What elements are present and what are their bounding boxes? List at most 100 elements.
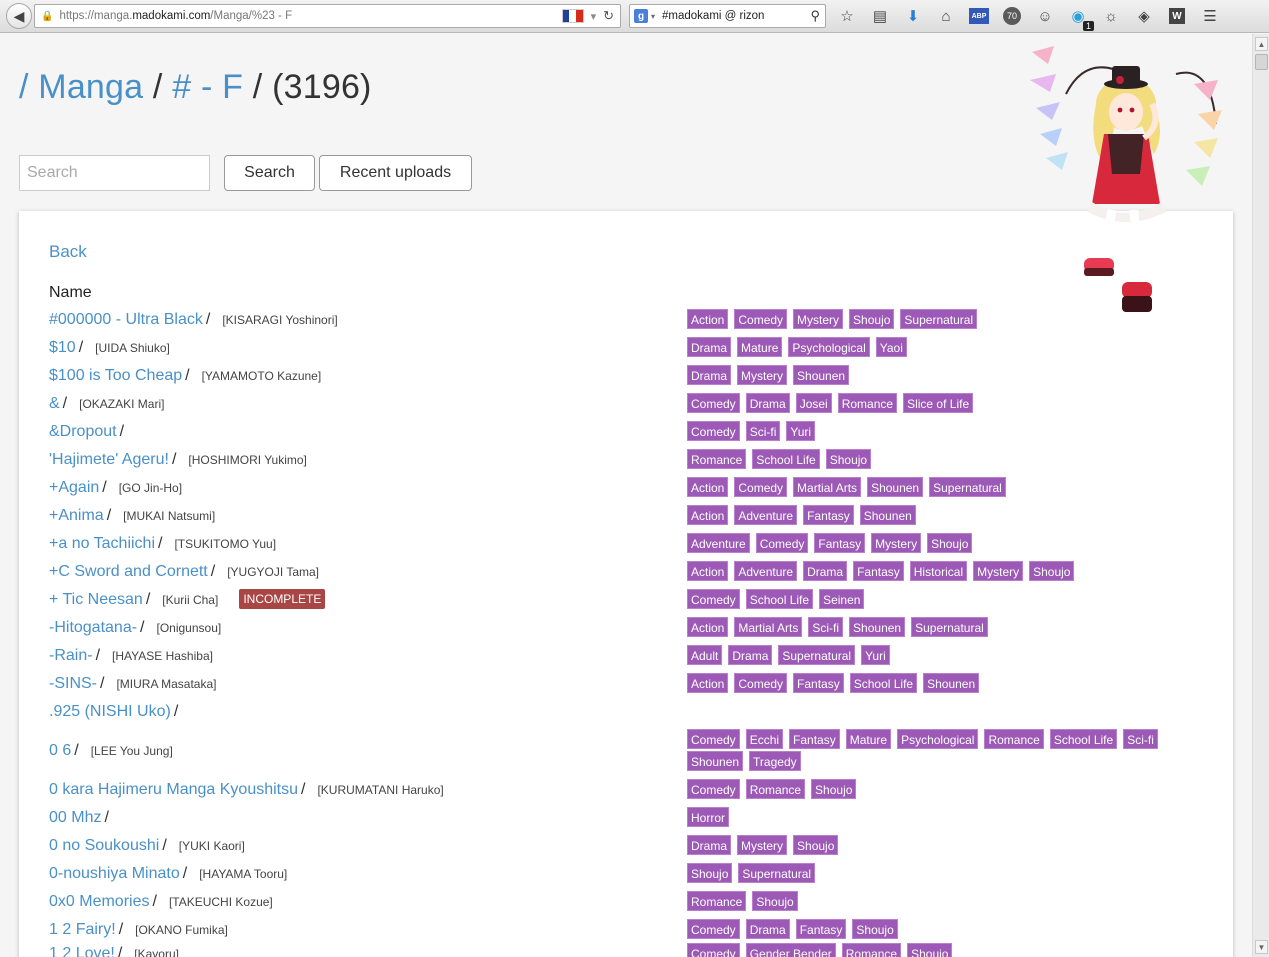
genre-tag[interactable]: Sci-fi (808, 617, 844, 637)
genre-tag[interactable]: Tragedy (749, 751, 801, 771)
genre-tag[interactable]: Mature (845, 729, 892, 749)
manga-title-link[interactable]: +Anima (49, 507, 104, 524)
manga-title-link[interactable]: 00 Mhz (49, 809, 101, 826)
manga-title-link[interactable]: $100 is Too Cheap (49, 367, 182, 384)
manga-title-link[interactable]: 1 2 Fairy! (49, 921, 116, 938)
manga-title-link[interactable]: 'Hajimete' Ageru! (49, 451, 169, 468)
genre-tag[interactable]: Comedy (687, 779, 740, 799)
genre-tag[interactable]: Shounen (859, 505, 916, 525)
genre-tag[interactable]: Drama (745, 919, 790, 939)
genre-tag[interactable]: Martial Arts (793, 477, 862, 497)
genre-tag[interactable]: Action (687, 561, 729, 581)
genre-tag[interactable]: Yuri (786, 421, 816, 441)
genre-tag[interactable]: Horror (687, 807, 730, 827)
genre-tag[interactable]: Romance (837, 393, 898, 413)
genre-tag[interactable]: Josei (795, 393, 832, 413)
network-extension-icon[interactable]: ☼ (1100, 5, 1122, 27)
genre-tag[interactable]: Supernatural (778, 645, 856, 665)
manga-title-link[interactable]: -Rain- (49, 647, 93, 664)
manga-title-link[interactable]: 1 2 Love! (49, 945, 115, 957)
manga-title-link[interactable]: -Hitogatana- (49, 619, 137, 636)
genre-tag[interactable]: Sci-fi (745, 421, 781, 441)
genre-tag[interactable]: Comedy (687, 919, 740, 939)
manga-title-link[interactable]: +Again (49, 479, 99, 496)
manga-title-link[interactable]: $10 (49, 339, 76, 356)
genre-tag[interactable]: Romance (745, 779, 806, 799)
manga-title-link[interactable]: +a no Tachiichi (49, 535, 155, 552)
genre-tag[interactable]: Gender Bender (745, 943, 836, 957)
scroll-up-icon[interactable]: ▲ (1255, 37, 1268, 51)
genre-tag[interactable]: Romance (841, 943, 902, 957)
genre-tag[interactable]: Supernatural (929, 477, 1006, 497)
genre-tag[interactable]: Comedy (687, 729, 740, 749)
download-icon[interactable]: ⬇ (902, 5, 924, 27)
genre-tag[interactable]: School Life (752, 449, 820, 469)
breadcrumb-manga-link[interactable]: / Manga (19, 68, 143, 106)
manga-title-link[interactable]: +C Sword and Cornett (49, 563, 208, 580)
manga-title-link[interactable]: 0-noushiya Minato (49, 865, 180, 882)
genre-tag[interactable]: Comedy (755, 533, 809, 553)
scroll-thumb[interactable] (1255, 54, 1268, 70)
genre-tag[interactable]: Drama (745, 393, 790, 413)
manga-title-link[interactable]: 0x0 Memories (49, 893, 149, 910)
greasemonkey-icon[interactable]: ☺ (1034, 5, 1056, 27)
genre-tag[interactable]: Mystery (737, 835, 788, 855)
genre-tag[interactable]: Psychological (897, 729, 979, 749)
menu-icon[interactable]: ☰ (1199, 5, 1221, 27)
dropdown-arrow-icon[interactable]: ▾ (591, 10, 597, 23)
manga-title-link[interactable]: &Dropout (49, 423, 117, 440)
genre-tag[interactable]: Supernatural (911, 617, 988, 637)
manga-title-link[interactable]: 0 6 (49, 742, 71, 759)
search-engine-dropdown-icon[interactable]: ▾ (651, 12, 655, 21)
manga-title-link[interactable]: 0 no Soukoushi (49, 837, 159, 854)
genre-tag[interactable]: Drama (728, 645, 773, 665)
genre-tag[interactable]: Yuri (861, 645, 890, 665)
genre-tag[interactable]: Shounen (923, 673, 980, 693)
home-icon[interactable]: ⌂ (935, 5, 957, 27)
genre-tag[interactable]: Yaoi (875, 337, 907, 357)
genre-tag[interactable]: Adventure (734, 561, 798, 581)
genre-tag[interactable]: Shoujo (811, 779, 857, 799)
genre-tag[interactable]: Shoujo (793, 835, 839, 855)
genre-tag[interactable]: Comedy (734, 477, 788, 497)
magnifier-icon[interactable]: ⚲ (810, 8, 820, 24)
genre-tag[interactable]: Psychological (788, 337, 870, 357)
genre-tag[interactable]: School Life (1049, 729, 1118, 749)
adblock-icon[interactable]: ABP (968, 5, 990, 27)
genre-tag[interactable]: Shoujo (825, 449, 872, 469)
genre-tag[interactable]: Ecchi (745, 729, 784, 749)
genre-tag[interactable]: Supernatural (738, 863, 816, 883)
genre-tag[interactable]: Fantasy (795, 919, 847, 939)
genre-tag[interactable]: Shoujo (927, 533, 973, 553)
genre-tag[interactable]: Fantasy (793, 673, 844, 693)
reading-list-icon[interactable]: ▤ (869, 5, 891, 27)
genre-tag[interactable]: Shoujo (752, 891, 798, 911)
genre-tag[interactable]: Shounen (867, 477, 924, 497)
genre-tag[interactable]: Historical (909, 561, 968, 581)
genre-tag[interactable]: School Life (849, 673, 918, 693)
genre-tag[interactable]: Drama (687, 337, 732, 357)
genre-tag[interactable]: Comedy (734, 673, 788, 693)
genre-tag[interactable]: Adventure (734, 505, 798, 525)
recent-uploads-button[interactable]: Recent uploads (319, 155, 472, 191)
breadcrumb-current-link[interactable]: # - F (172, 68, 243, 106)
genre-tag[interactable]: Drama (687, 835, 732, 855)
page-scrollbar[interactable]: ▲ ▼ (1252, 34, 1269, 957)
genre-tag[interactable]: Martial Arts (734, 617, 803, 637)
reload-icon[interactable]: ↻ (603, 8, 614, 24)
genre-tag[interactable]: Fantasy (814, 533, 866, 553)
manga-title-link[interactable]: 0 kara Hajimeru Manga Kyoushitsu (49, 781, 298, 798)
genre-tag[interactable]: Action (687, 617, 729, 637)
genre-tag[interactable]: Comedy (687, 589, 740, 609)
genre-tag[interactable]: Comedy (734, 309, 788, 329)
address-bar[interactable]: 🔒 https://manga. madokami.com/Manga/%23 -… (34, 4, 621, 28)
genre-tag[interactable]: Shounen (687, 751, 744, 771)
browser-search-bar[interactable]: g ▾ #madokami @ rizon ⚲ (629, 4, 826, 28)
genre-tag[interactable]: Shoujo (849, 309, 895, 329)
genre-tag[interactable]: Drama (687, 365, 732, 385)
ghost-extension-icon[interactable]: ◉ 1 (1067, 5, 1094, 31)
extension-70-icon[interactable]: 70 (1001, 5, 1023, 27)
scroll-down-icon[interactable]: ▼ (1255, 940, 1268, 954)
search-input[interactable] (19, 155, 210, 191)
browser-back-icon[interactable]: ◀ (6, 3, 32, 29)
